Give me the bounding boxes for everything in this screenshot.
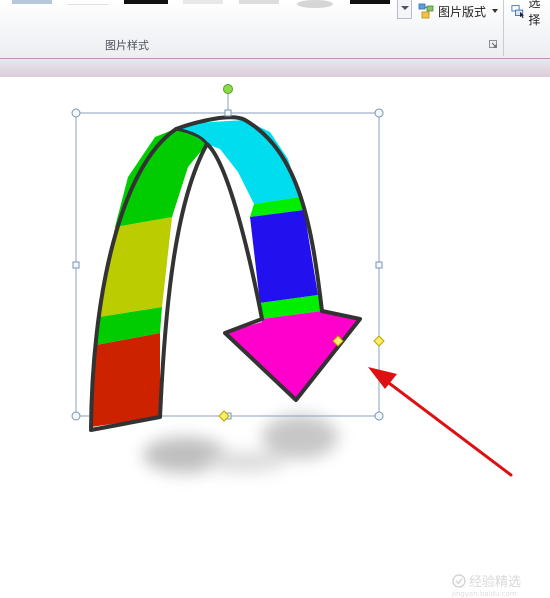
picture-layout-icon [418, 3, 434, 19]
group-divider [503, 0, 504, 56]
resize-handle-left[interactable] [72, 261, 80, 269]
ribbon-picture-tools: 图片版式 图片样式 选择 [0, 0, 550, 59]
resize-handle-bottom-left[interactable] [71, 411, 81, 421]
selection-pane-button[interactable]: 选择 [511, 0, 550, 27]
style-thumb-3[interactable] [124, 0, 168, 4]
curved-arrow-shape[interactable] [89, 115, 362, 432]
ruler-bar [0, 58, 550, 78]
resize-handle-right[interactable] [375, 261, 383, 269]
style-thumb-1[interactable] [12, 0, 52, 4]
arrow-segment-olive [99, 217, 172, 317]
chevron-down-icon [401, 6, 409, 10]
watermark-url: jingyan.baidu.com [452, 590, 517, 598]
resize-handle-top[interactable] [224, 109, 232, 117]
watermark-text: 经验精选 [469, 575, 522, 590]
chevron-down-icon [492, 9, 499, 13]
style-thumb-6[interactable] [297, 0, 333, 8]
group-label-picture-styles: 图片样式 [105, 39, 149, 52]
watermark-logo-icon [452, 573, 466, 588]
resize-handle-top-right[interactable] [374, 108, 384, 118]
annotation-arrow [368, 367, 513, 477]
style-thumb-2[interactable] [68, 0, 108, 5]
resize-handle-bottom-right[interactable] [374, 411, 384, 421]
selection-pane-icon [511, 5, 525, 19]
gallery-more-button[interactable] [397, 0, 412, 19]
watermark: 经验精选 [452, 571, 521, 590]
arrow-shadow [143, 415, 338, 473]
selection-pane-label: 选择 [528, 0, 541, 27]
document-canvas[interactable]: 经验精选 jingyan.baidu.com [0, 77, 550, 598]
adjust-handle-2[interactable] [373, 335, 385, 347]
style-thumb-5[interactable] [239, 0, 279, 4]
picture-layout-button[interactable]: 图片版式 [418, 0, 499, 22]
resize-handle-top-left[interactable] [71, 108, 81, 118]
arrow-segment-red [91, 333, 160, 427]
picture-layout-label: 图片版式 [438, 4, 487, 19]
style-thumb-7[interactable] [350, 0, 390, 4]
style-thumb-4[interactable] [183, 0, 223, 4]
dialog-launcher-icon[interactable] [489, 40, 497, 48]
shape-artwork [71, 84, 513, 477]
rotation-handle[interactable] [223, 84, 233, 94]
